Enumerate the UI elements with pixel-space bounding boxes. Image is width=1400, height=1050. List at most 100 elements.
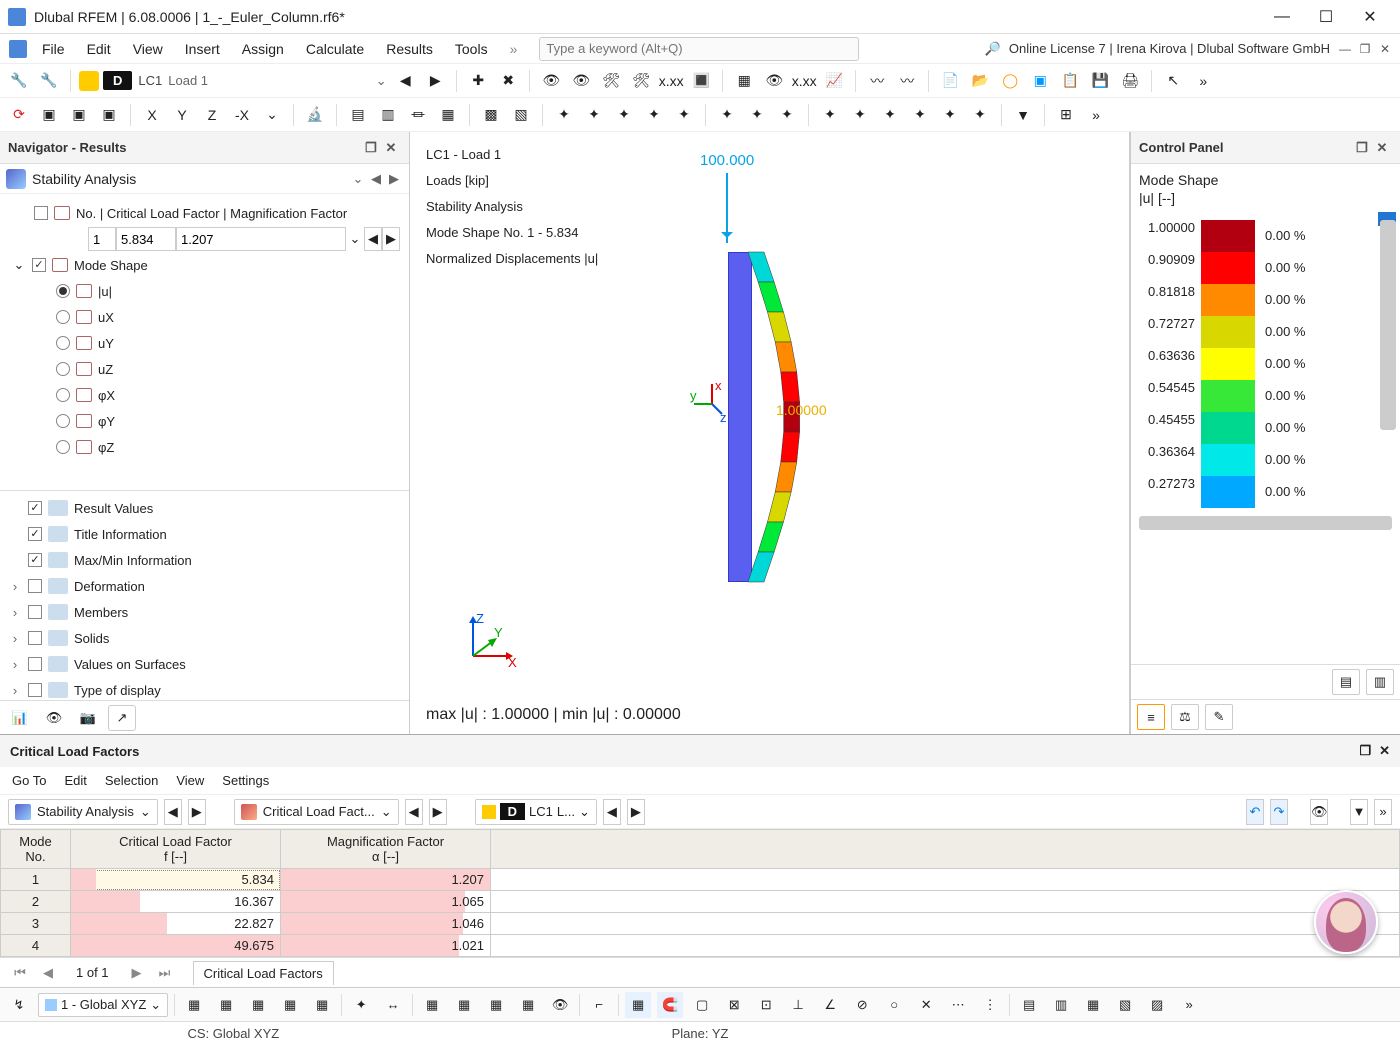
refresh-icon[interactable]: ⟳ <box>6 102 32 128</box>
snap-icon[interactable]: ✕ <box>913 992 939 1018</box>
assistant-avatar[interactable] <box>1314 890 1378 954</box>
tab-data-icon[interactable]: 📊 <box>6 705 34 731</box>
smooth-icon[interactable]: ▤ <box>1332 669 1360 695</box>
sb-icon[interactable]: ✦ <box>348 992 374 1018</box>
chevron-down-icon[interactable]: ⌄ <box>349 171 367 187</box>
app-menu-icon[interactable] <box>6 40 30 58</box>
support-icon[interactable]: ⏛ <box>405 102 431 128</box>
clf-menu-settings[interactable]: Settings <box>222 773 269 788</box>
mdi-close-button[interactable]: ✕ <box>1376 42 1394 56</box>
more-icon[interactable]: » <box>1190 68 1216 94</box>
balance-icon[interactable]: ⚖ <box>1171 704 1199 730</box>
snap-icon[interactable]: ⋮ <box>977 992 1003 1018</box>
cell-alpha[interactable]: 1.207 <box>281 869 491 891</box>
star-icon[interactable]: ✦ <box>817 102 843 128</box>
clf-analysis-dropdown[interactable]: Stability Analysis ⌄ <box>8 799 158 825</box>
sb-icon[interactable]: ▦ <box>309 992 335 1018</box>
search-input[interactable] <box>539 37 859 61</box>
tool-icon[interactable]: 〰 <box>894 68 920 94</box>
menu-more[interactable]: » <box>500 37 528 61</box>
mesh-icon[interactable]: ▩ <box>478 102 504 128</box>
radio[interactable] <box>56 336 70 350</box>
microscope-icon[interactable]: 🔬 <box>302 102 328 128</box>
table-row[interactable]: 3 22.827 1.046 <box>1 913 1400 935</box>
star-icon[interactable]: ✦ <box>774 102 800 128</box>
chevron-down-icon[interactable]: ⌄ <box>374 73 388 89</box>
eye-icon[interactable]: 👁 <box>1310 799 1328 825</box>
sb-icon[interactable]: ▦ <box>1080 992 1106 1018</box>
sync-icon[interactable]: ↶ <box>1246 799 1264 825</box>
radio[interactable] <box>56 362 70 376</box>
prev-button[interactable]: ◀ <box>405 799 423 825</box>
grid-icon[interactable]: ⊞ <box>1053 102 1079 128</box>
loadcase-selector[interactable]: D LC1 Load 1 ⌄ <box>103 71 388 90</box>
sb-icon[interactable]: ↔ <box>380 992 406 1018</box>
next-lc-button[interactable]: ▶ <box>422 68 448 94</box>
cell-f[interactable]: 5.834 <box>71 869 281 891</box>
snap-icon[interactable]: ▦ <box>625 992 651 1018</box>
next-button[interactable]: ▶ <box>627 799 645 825</box>
sb-icon[interactable]: ▦ <box>245 992 271 1018</box>
chevron-down-icon[interactable]: ⌄ <box>346 231 364 247</box>
tool-icon[interactable]: x.xx <box>791 68 817 94</box>
close-icon[interactable]: ✕ <box>1372 140 1392 156</box>
sb-icon[interactable]: ▦ <box>419 992 445 1018</box>
prev-button[interactable]: ◀ <box>364 227 382 251</box>
save-icon[interactable]: 💾 <box>1087 68 1113 94</box>
cloud-icon[interactable]: ◯ <box>997 68 1023 94</box>
viewport-3d[interactable]: LC1 - Load 1 Loads [kip] Stability Analy… <box>410 132 1130 734</box>
star-icon[interactable]: ✦ <box>907 102 933 128</box>
more-icon[interactable]: » <box>1083 102 1109 128</box>
sb-icon[interactable]: ▨ <box>1144 992 1170 1018</box>
navigator-dropdown[interactable]: Stability Analysis ⌄ ◀ ▶ <box>0 164 409 194</box>
checkbox[interactable] <box>28 553 42 567</box>
star-icon[interactable]: ✦ <box>641 102 667 128</box>
clf-menu-selection[interactable]: Selection <box>105 773 158 788</box>
close-icon[interactable]: ✕ <box>381 140 401 156</box>
input-no[interactable] <box>88 227 116 251</box>
star-icon[interactable]: ✦ <box>847 102 873 128</box>
dock-icon[interactable]: ❐ <box>361 140 381 156</box>
checkbox[interactable] <box>28 657 42 671</box>
close-button[interactable]: ✕ <box>1348 2 1392 32</box>
snap-icon[interactable]: ⊥ <box>785 992 811 1018</box>
clf-menu-goto[interactable]: Go To <box>12 773 46 788</box>
cursor-icon[interactable]: ↖ <box>1160 68 1186 94</box>
snap-icon[interactable]: ∠ <box>817 992 843 1018</box>
tool-icon[interactable]: ▦ <box>731 68 757 94</box>
checkbox[interactable] <box>28 631 42 645</box>
tool-icon[interactable]: x.xx <box>658 68 684 94</box>
radio[interactable] <box>56 310 70 324</box>
clf-menu-edit[interactable]: Edit <box>64 773 86 788</box>
input-alpha[interactable] <box>176 227 346 251</box>
dock-icon[interactable]: ❐ <box>1352 140 1372 156</box>
snap-icon[interactable]: ⋯ <box>945 992 971 1018</box>
next-button[interactable]: ▶ <box>382 227 400 251</box>
tool-icon[interactable]: 📈 <box>821 68 847 94</box>
radio[interactable] <box>56 284 70 298</box>
menu-edit[interactable]: Edit <box>77 37 121 61</box>
expand-icon[interactable]: › <box>8 605 22 620</box>
sb-icon[interactable]: ▦ <box>213 992 239 1018</box>
star-icon[interactable]: ✦ <box>714 102 740 128</box>
report-icon[interactable]: 📋 <box>1057 68 1083 94</box>
cell-alpha[interactable]: 1.065 <box>281 891 491 913</box>
checkbox[interactable] <box>34 206 48 220</box>
open-icon[interactable]: 📂 <box>967 68 993 94</box>
tab-eye-icon[interactable]: 👁 <box>40 705 68 731</box>
minimize-button[interactable]: — <box>1260 2 1304 32</box>
swatch-icon[interactable] <box>79 71 99 91</box>
checkbox[interactable] <box>28 605 42 619</box>
star-icon[interactable]: ✦ <box>967 102 993 128</box>
checkbox[interactable] <box>28 501 42 515</box>
maximize-button[interactable]: ☐ <box>1304 2 1348 32</box>
scrollbar[interactable] <box>1380 220 1396 430</box>
clf-tab[interactable]: Critical Load Factors <box>193 961 334 985</box>
sb-icon[interactable]: ▦ <box>181 992 207 1018</box>
cube-icon[interactable]: ▣ <box>66 102 92 128</box>
dock-icon[interactable]: ❐ <box>1359 743 1371 759</box>
filter-icon[interactable]: ▼ <box>1010 102 1036 128</box>
tool-icon[interactable]: 🛠 <box>628 68 654 94</box>
next-button[interactable]: ▶ <box>188 799 206 825</box>
sync-icon[interactable]: ↷ <box>1270 799 1288 825</box>
